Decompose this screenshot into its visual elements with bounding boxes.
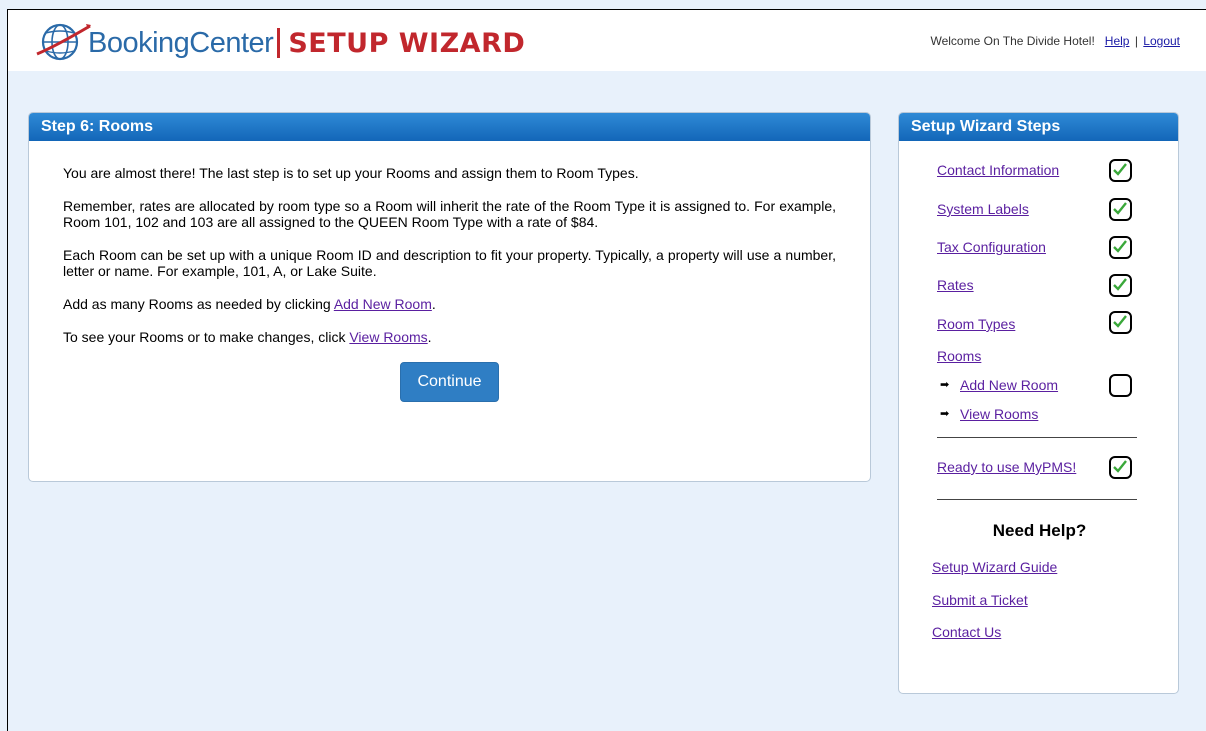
view-rooms-text: To see your Rooms or to make changes, cl… — [63, 329, 350, 345]
check-icon — [1109, 311, 1132, 334]
divider — [937, 437, 1137, 438]
step-room-types[interactable]: Room Types — [937, 316, 1015, 332]
step-view-rooms[interactable]: View Rooms — [960, 406, 1038, 422]
logo-text-bookingcenter: BookingCenter — [88, 26, 274, 59]
step-panel-body: You are almost there! The last step is t… — [29, 141, 870, 402]
check-icon — [1109, 236, 1132, 259]
step-panel-title: Step 6: Rooms — [29, 113, 870, 141]
step-panel: Step 6: Rooms You are almost there! The … — [28, 112, 871, 482]
wizard-steps-panel: Setup Wizard Steps Contact Information S… — [898, 112, 1179, 694]
divider — [937, 499, 1137, 500]
empty-check-icon — [1109, 374, 1132, 397]
submit-ticket-link[interactable]: Submit a Ticket — [932, 592, 1028, 608]
check-icon — [1109, 198, 1132, 221]
step-tax-configuration[interactable]: Tax Configuration — [937, 239, 1046, 255]
user-menu: Welcome On The Divide Hotel! Help | Logo… — [930, 34, 1180, 48]
intro-paragraph: You are almost there! The last step is t… — [63, 165, 639, 181]
need-help-heading: Need Help? — [992, 521, 1087, 540]
view-rooms-link[interactable]: View Rooms — [349, 329, 427, 345]
check-icon — [1109, 274, 1132, 297]
link-separator: | — [1134, 34, 1138, 48]
add-room-text: Add as many Rooms as needed by clicking — [63, 296, 334, 312]
wizard-steps-title: Setup Wizard Steps — [899, 113, 1178, 141]
arrow-right-icon: ➡ — [940, 408, 950, 420]
step-rates[interactable]: Rates — [937, 277, 974, 293]
step-ready-to-use[interactable]: Ready to use MyPMS! — [937, 459, 1076, 475]
step-contact-information[interactable]: Contact Information — [937, 162, 1059, 178]
logo-text-setup-wizard: SETUP WIZARD — [288, 27, 526, 59]
continue-button[interactable]: Continue — [400, 362, 499, 402]
globe-logo-icon — [36, 23, 91, 61]
setup-wizard-guide-link[interactable]: Setup Wizard Guide — [932, 559, 1057, 575]
header: BookingCenter SETUP WIZARD Welcome On Th… — [8, 10, 1206, 71]
logo: BookingCenter SETUP WIZARD — [34, 20, 525, 66]
welcome-text: Welcome On The Divide Hotel! — [930, 34, 1095, 48]
check-icon — [1109, 456, 1132, 479]
step-system-labels[interactable]: System Labels — [937, 201, 1029, 217]
step-add-new-room[interactable]: Add New Room — [960, 377, 1058, 393]
room-id-paragraph: Each Room can be set up with a unique Ro… — [63, 247, 836, 279]
logo-divider — [277, 28, 281, 58]
check-icon — [1109, 159, 1132, 182]
view-rooms-paragraph: To see your Rooms or to make changes, cl… — [63, 329, 836, 345]
help-link[interactable]: Help — [1105, 34, 1130, 48]
rates-paragraph: Remember, rates are allocated by room ty… — [63, 198, 836, 230]
step-rooms[interactable]: Rooms — [937, 348, 981, 364]
arrow-right-icon: ➡ — [940, 379, 950, 391]
add-room-paragraph: Add as many Rooms as needed by clicking … — [63, 296, 836, 312]
add-new-room-link[interactable]: Add New Room — [334, 296, 432, 312]
logout-link[interactable]: Logout — [1143, 34, 1180, 48]
contact-us-link[interactable]: Contact Us — [932, 624, 1001, 640]
view-rooms-period: . — [427, 329, 432, 345]
add-room-period: . — [431, 296, 436, 312]
